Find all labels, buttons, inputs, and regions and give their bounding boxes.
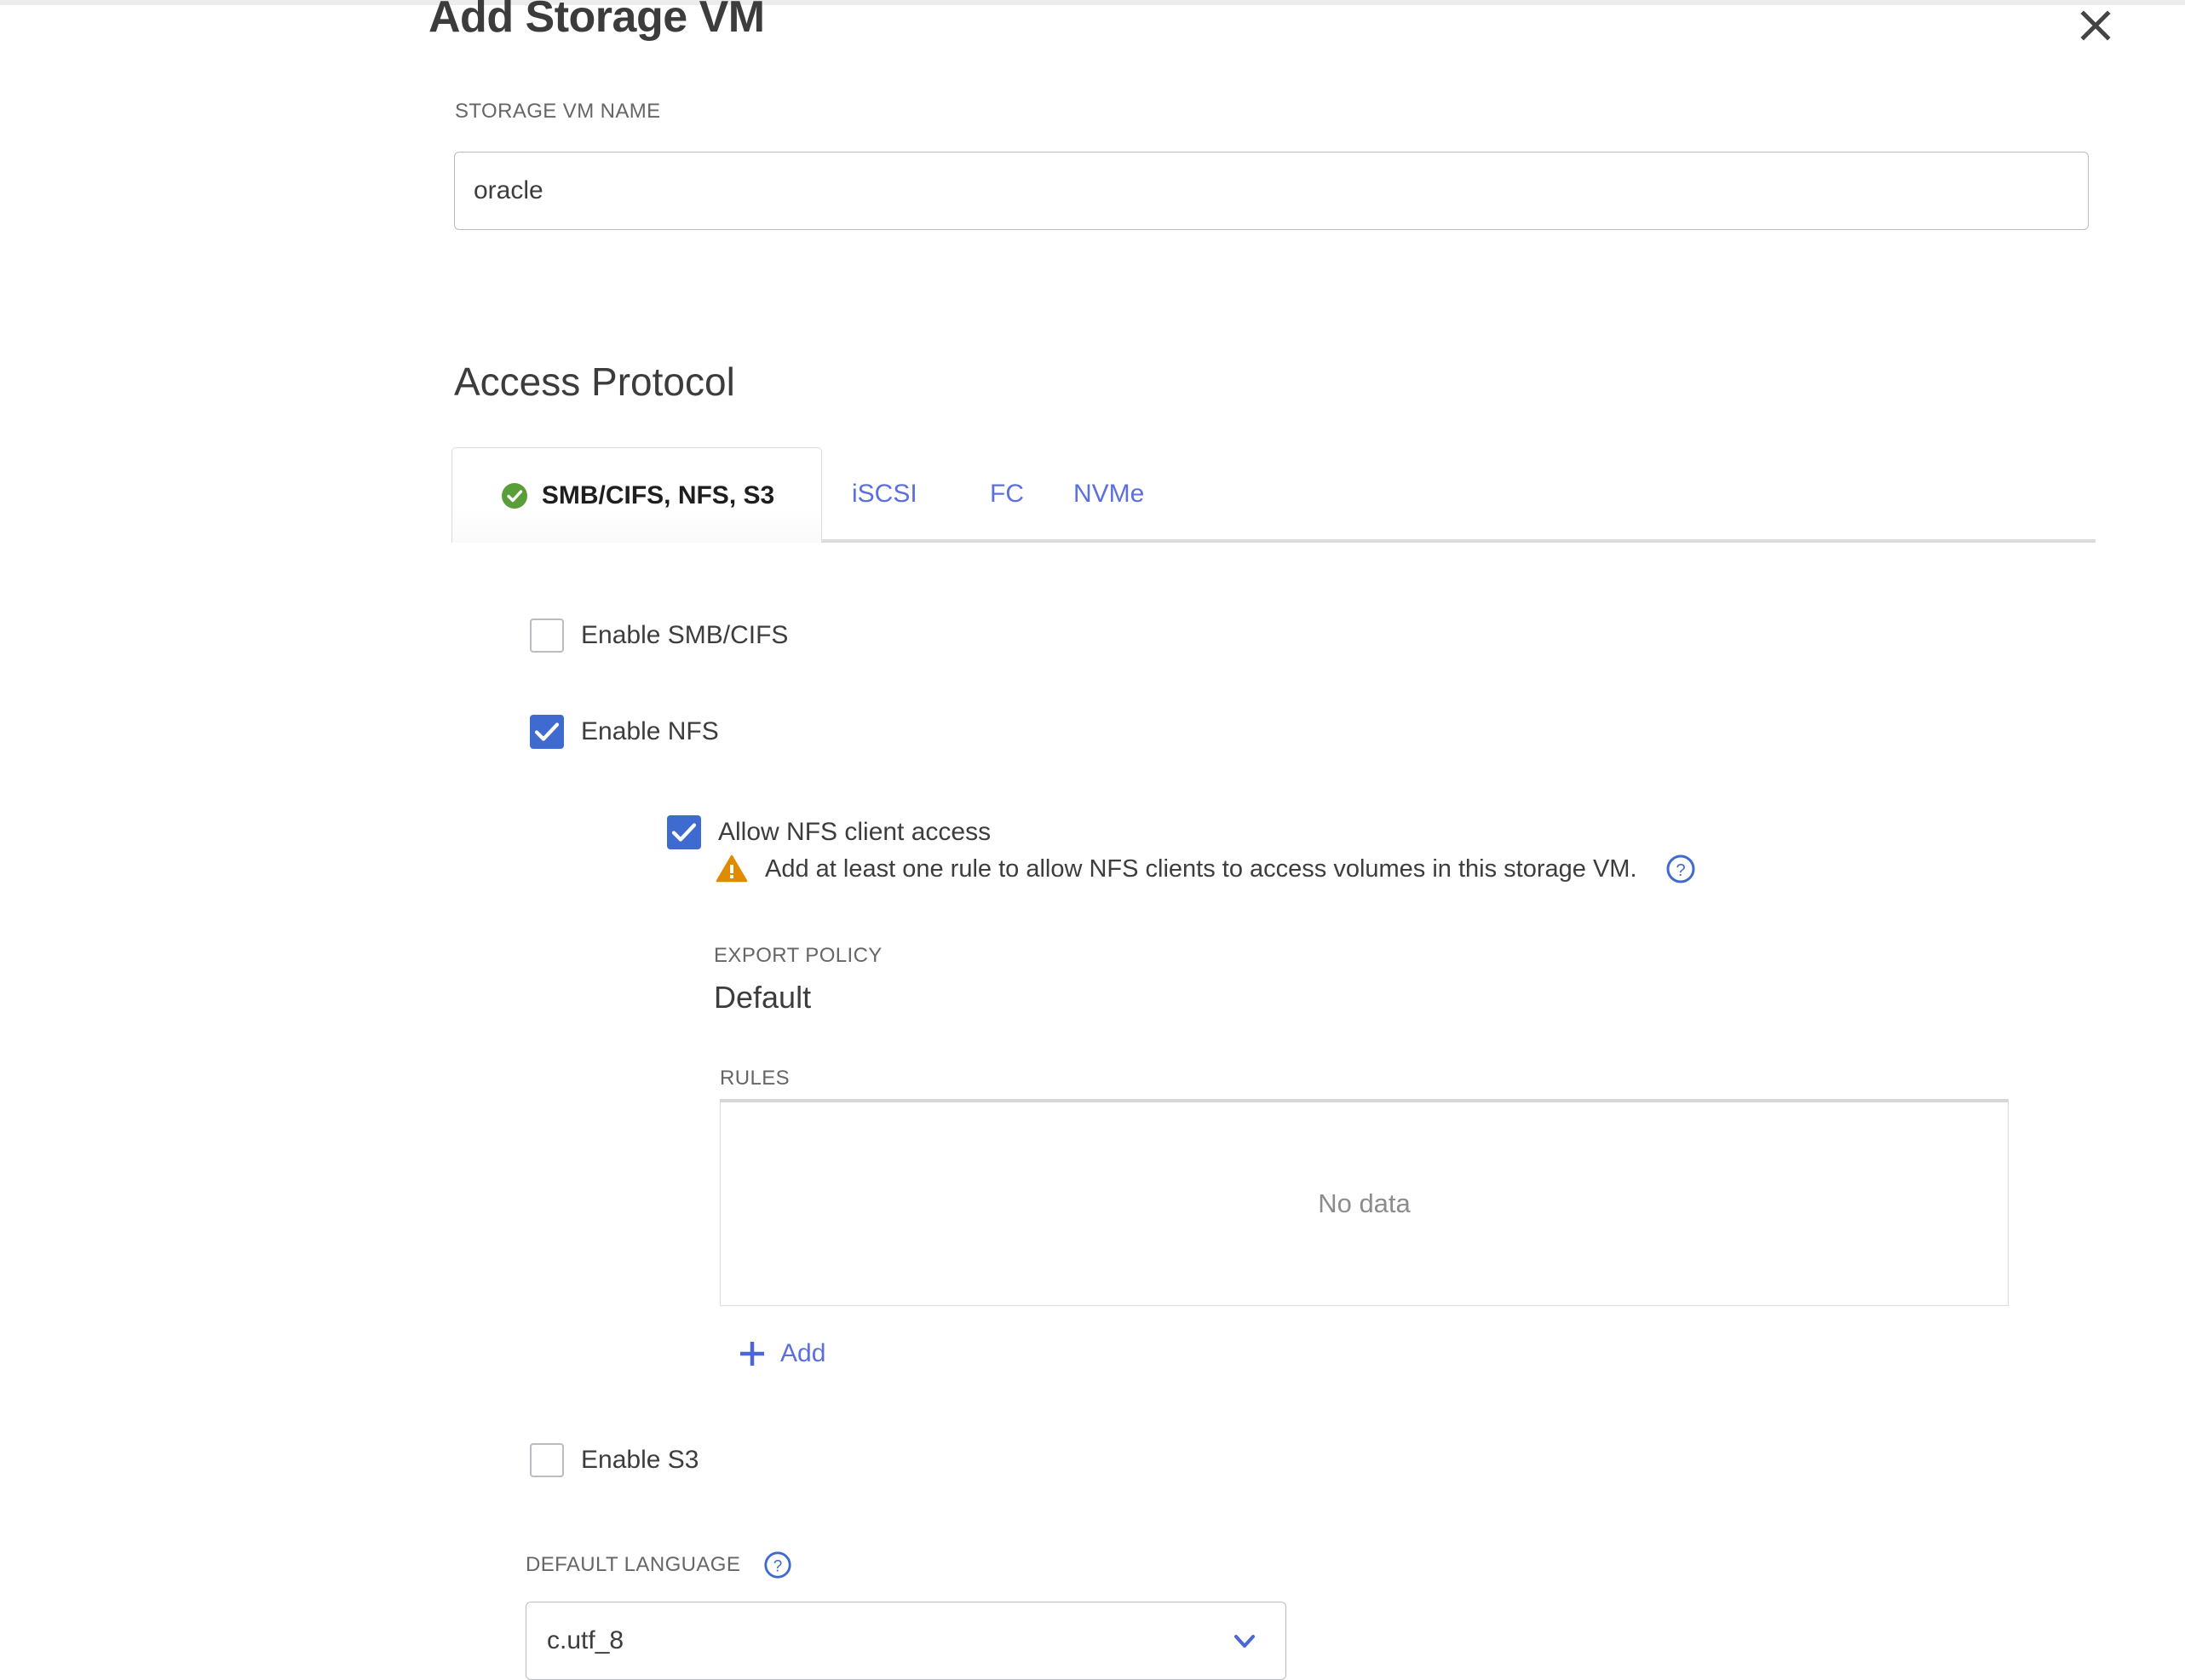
access-protocol-heading: Access Protocol xyxy=(454,359,735,405)
checkbox-allow-nfs-client-access[interactable]: Allow NFS client access xyxy=(667,815,991,849)
default-language-select[interactable]: c.utf_8 xyxy=(526,1602,1286,1680)
warning-text: Add at least one rule to allow NFS clien… xyxy=(765,855,1637,883)
tab-nvme[interactable]: NVMe xyxy=(1073,447,1144,541)
help-circle-icon[interactable]: ? xyxy=(762,1550,793,1580)
checkbox-label: Allow NFS client access xyxy=(718,818,991,847)
checkbox-box[interactable] xyxy=(530,1443,564,1477)
tab-label: NVMe xyxy=(1073,480,1144,509)
checkbox-label: Enable S3 xyxy=(581,1446,699,1475)
add-rule-button[interactable]: Add xyxy=(738,1339,825,1368)
tab-label: FC xyxy=(990,480,1024,509)
add-rule-label: Add xyxy=(780,1339,825,1368)
tab-fc[interactable]: FC xyxy=(990,447,1024,541)
checkbox-enable-nfs[interactable]: Enable NFS xyxy=(530,715,719,749)
close-icon[interactable] xyxy=(2072,2,2119,49)
storage-vm-name-label: STORAGE VM NAME xyxy=(455,100,661,124)
check-circle-icon xyxy=(499,480,530,511)
checkbox-enable-s3[interactable]: Enable S3 xyxy=(530,1443,699,1477)
default-language-label-row: DEFAULT LANGUAGE ? xyxy=(526,1550,793,1580)
nfs-rule-warning: Add at least one rule to allow NFS clien… xyxy=(716,853,1697,885)
rules-label: RULES xyxy=(720,1067,790,1090)
checkbox-box[interactable] xyxy=(530,618,564,653)
page-title: Add Storage VM xyxy=(428,0,765,43)
plus-icon xyxy=(738,1339,767,1368)
help-circle-icon[interactable]: ? xyxy=(1665,853,1697,885)
rules-table: No data xyxy=(720,1099,2009,1306)
default-language-value: c.utf_8 xyxy=(547,1626,1229,1655)
access-protocol-tab-bar: SMB/CIFS, NFS, S3 iSCSI FC NVMe xyxy=(451,447,2096,543)
tab-smb-cifs-nfs-s3[interactable]: SMB/CIFS, NFS, S3 xyxy=(451,447,822,543)
tab-label: iSCSI xyxy=(852,480,917,509)
export-policy-label: EXPORT POLICY xyxy=(714,944,883,968)
svg-text:?: ? xyxy=(773,1558,783,1576)
rules-empty-message: No data xyxy=(1318,1188,1411,1219)
window-top-strip xyxy=(0,0,2185,5)
storage-vm-name-input[interactable] xyxy=(454,152,2089,230)
warning-triangle-icon xyxy=(716,853,748,885)
default-language-label: DEFAULT LANGUAGE xyxy=(526,1553,740,1577)
svg-text:?: ? xyxy=(1676,861,1685,880)
export-policy-value: Default xyxy=(714,980,811,1015)
checkbox-box[interactable] xyxy=(667,815,701,849)
checkbox-enable-smb-cifs[interactable]: Enable SMB/CIFS xyxy=(530,618,788,653)
checkbox-label: Enable NFS xyxy=(581,717,719,746)
checkbox-label: Enable SMB/CIFS xyxy=(581,621,788,650)
tab-iscsi[interactable]: iSCSI xyxy=(852,447,917,541)
checkbox-box[interactable] xyxy=(530,715,564,749)
tab-label: SMB/CIFS, NFS, S3 xyxy=(542,481,774,510)
chevron-down-icon xyxy=(1229,1625,1260,1656)
